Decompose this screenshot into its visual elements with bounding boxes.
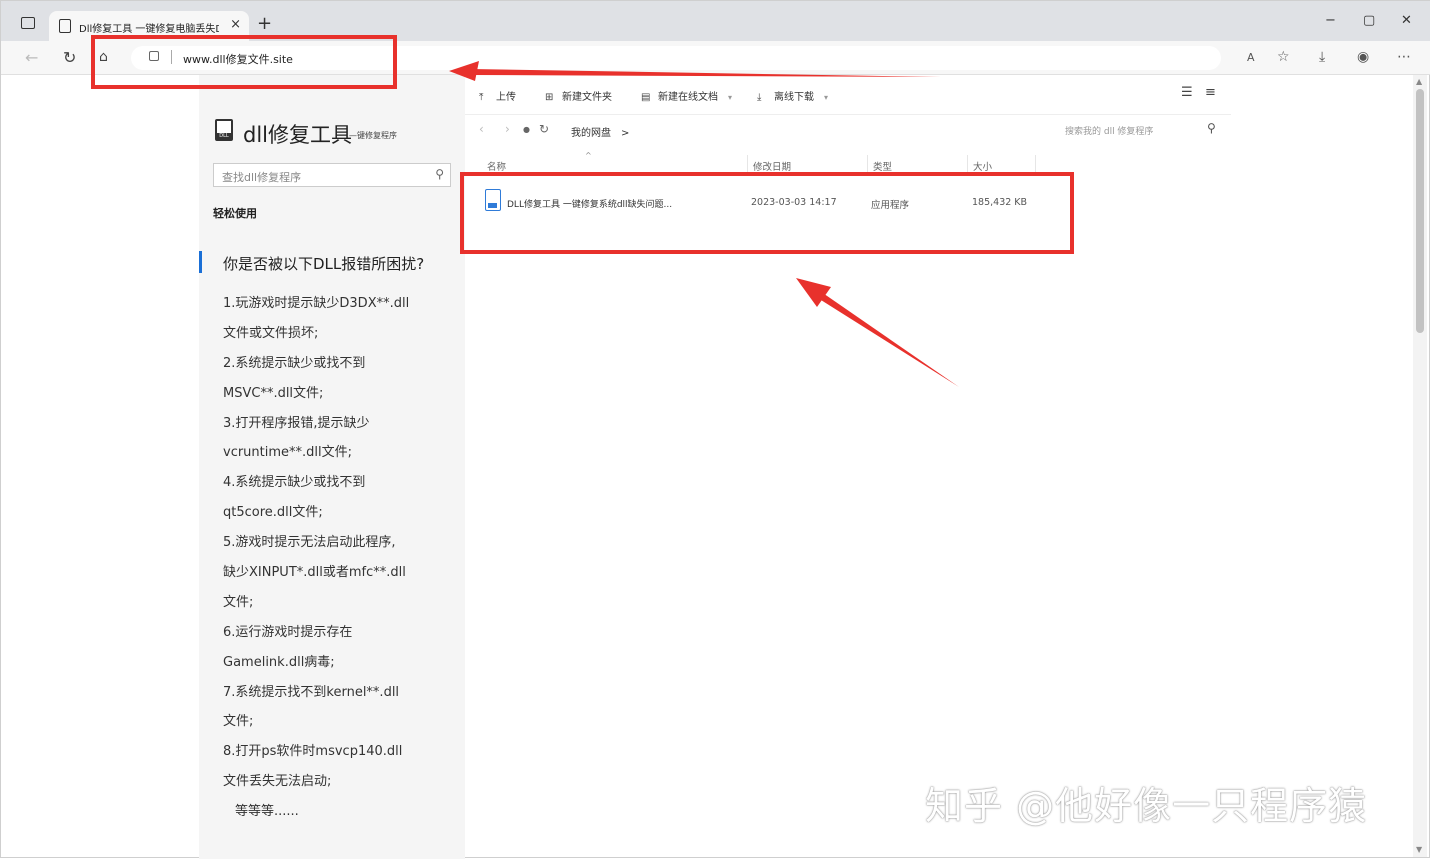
scroll-thumb[interactable] <box>1416 89 1424 333</box>
annotation-arrows <box>449 61 959 387</box>
arrow-to-file-shaft <box>813 289 959 387</box>
scroll-down-icon[interactable]: ▼ <box>1416 845 1422 854</box>
page-scrollbar[interactable]: ▲ ▼ <box>1413 75 1427 857</box>
arrow-to-url-head <box>449 61 479 81</box>
scroll-up-icon[interactable]: ▲ <box>1416 77 1422 86</box>
arrow-to-url-shaft <box>471 69 941 77</box>
watermark-text: 知乎 @他好像一只程序猿 <box>925 784 1368 828</box>
browser-window: Dll修复工具 一键修复电脑丢失D × + − ▢ ✕ ← ↻ ⌂ www.dl… <box>0 0 1430 859</box>
